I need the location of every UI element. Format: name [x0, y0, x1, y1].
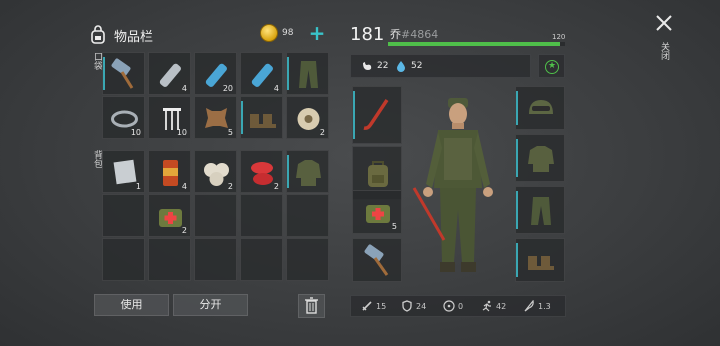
player-name: 乔 — [390, 28, 401, 41]
backpack-slot[interactable] — [240, 238, 283, 281]
hockey-stick-icon — [363, 99, 389, 130]
trash-button[interactable] — [298, 294, 325, 318]
weapon-slot[interactable] — [352, 86, 402, 144]
hunger-stat: 22 — [361, 60, 388, 72]
speed-stat: 42 — [481, 300, 506, 312]
backpack-slot[interactable] — [286, 150, 329, 193]
camo-pants-icon — [299, 61, 318, 88]
camo-helmet-icon — [529, 100, 553, 114]
use-button[interactable]: 使用 — [94, 294, 169, 316]
backpack-slot[interactable]: 2 — [148, 194, 191, 237]
perk-badge[interactable]: ★ — [538, 54, 565, 78]
backpack-slot[interactable] — [286, 194, 329, 237]
quick-slot[interactable]: 5 — [352, 190, 402, 234]
backpack-slot[interactable]: 2 — [194, 150, 237, 193]
backpack-slot[interactable]: 1 — [102, 150, 145, 193]
attack-stat: 15 — [361, 300, 386, 312]
jacket-slot[interactable] — [515, 134, 565, 182]
xp-bar — [388, 42, 565, 46]
coin-icon — [260, 24, 278, 42]
camo-pants-icon — [531, 197, 551, 225]
thirst-stat: 52 — [395, 60, 422, 72]
radiation-icon — [443, 300, 455, 312]
pocket-slot[interactable]: 5 — [194, 96, 237, 139]
camo-jacket-icon — [296, 160, 321, 186]
running-icon — [482, 300, 491, 312]
pocket-slot[interactable] — [286, 52, 329, 95]
sledgehammer-icon — [111, 58, 134, 89]
player-level: 181 — [350, 24, 385, 45]
xp-bar-fill — [388, 42, 560, 46]
defense-stat: 24 — [401, 300, 426, 312]
backpack-slot[interactable] — [148, 238, 191, 281]
pocket-slot[interactable]: 4 — [148, 52, 191, 95]
backpack-slot[interactable] — [240, 194, 283, 237]
add-coins-button[interactable]: + — [308, 23, 326, 44]
vitals-panel: 22 52 — [350, 54, 531, 78]
pocket-slot[interactable]: 4 — [240, 52, 283, 95]
boots-slot[interactable] — [515, 238, 565, 282]
shield-icon — [402, 300, 412, 312]
pocket-slot[interactable] — [102, 52, 145, 95]
first-aid-bag-icon — [366, 205, 390, 223]
pocket-slot[interactable]: 20 — [194, 52, 237, 95]
coin-count: 98 — [282, 28, 294, 38]
character-model — [412, 98, 493, 272]
xp-max: 120 — [552, 33, 566, 41]
pocket-slot[interactable]: 2 — [286, 96, 329, 139]
backpack-slot[interactable] — [102, 194, 145, 237]
radiation-stat: 0 — [443, 300, 463, 312]
close-label[interactable]: 关闭 — [658, 42, 671, 60]
sword-icon — [362, 301, 372, 311]
player-name-block: 乔#4864 — [390, 26, 438, 42]
pocket-slot[interactable] — [240, 96, 283, 139]
inventory-header: 物品栏 — [88, 24, 153, 46]
backpack-slot[interactable]: 2 — [240, 150, 283, 193]
backpack-slot[interactable] — [194, 238, 237, 281]
feather-icon — [524, 300, 534, 312]
backpack-slot[interactable] — [286, 238, 329, 281]
star-icon: ★ — [545, 60, 559, 74]
weight-stat: 1.3 — [523, 300, 551, 312]
sledgehammer-icon — [364, 244, 389, 276]
close-button[interactable] — [655, 14, 673, 34]
backpack-slot[interactable] — [102, 238, 145, 281]
split-button[interactable]: 分开 — [173, 294, 248, 316]
coin-counter: 98 — [260, 24, 293, 42]
water-drop-icon — [397, 61, 405, 72]
backpack-icon — [91, 25, 105, 44]
pocket-slot[interactable]: 10 — [148, 96, 191, 139]
quick-slot[interactable] — [352, 238, 402, 282]
inventory-title: 物品栏 — [114, 29, 154, 45]
trash-icon — [305, 297, 318, 314]
camo-jacket-icon — [528, 146, 554, 172]
boots-icon — [528, 256, 554, 270]
stomach-icon — [363, 62, 372, 70]
stats-bar: 15 24 0 42 1.3 — [350, 295, 566, 317]
helmet-slot[interactable] — [515, 86, 565, 130]
backpack-slot[interactable]: 4 — [148, 150, 191, 193]
pocket-slot[interactable]: 10 — [102, 96, 145, 139]
pants-slot[interactable] — [515, 186, 565, 234]
backpack-slot[interactable] — [194, 194, 237, 237]
close-icon — [656, 15, 672, 31]
boots-icon — [250, 114, 276, 128]
backpack-icon — [368, 161, 388, 187]
player-id: #4864 — [401, 28, 439, 41]
